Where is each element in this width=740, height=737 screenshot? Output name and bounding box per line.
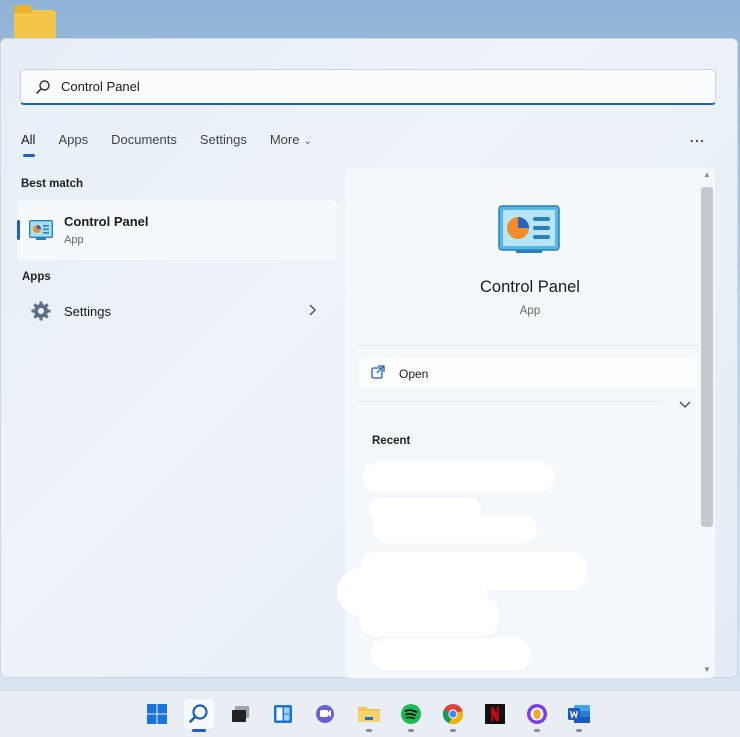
best-match-subtitle: App: [64, 234, 84, 246]
control-panel-large-icon: [498, 205, 560, 258]
redacted-recent-item: [363, 462, 555, 492]
running-indicator: [576, 729, 582, 732]
search-window: All Apps Documents Settings More⌄ ⋯ Best…: [0, 38, 738, 678]
redacted-recent-item: [371, 638, 531, 670]
scroll-up-arrow-icon[interactable]: ▲: [703, 170, 711, 179]
taskbar: [0, 690, 740, 737]
running-indicator: [534, 729, 540, 732]
widgets-icon[interactable]: [268, 699, 298, 729]
open-label: Open: [399, 367, 429, 381]
search-input[interactable]: [61, 79, 661, 94]
search-box[interactable]: [20, 69, 716, 105]
best-match-item[interactable]: Control Panel App: [17, 200, 337, 260]
tab-more-label: More: [269, 132, 300, 147]
app-item-label: Settings: [64, 304, 111, 319]
divider: [359, 401, 662, 402]
vpn-app-icon[interactable]: [522, 699, 552, 729]
scrollbar-thumb[interactable]: [701, 187, 713, 527]
gear-icon: [31, 301, 51, 326]
detail-subtitle: App: [519, 305, 541, 317]
chevron-down-icon: ⌄: [303, 136, 312, 147]
scroll-down-arrow-icon[interactable]: ▼: [703, 665, 711, 674]
open-button[interactable]: Open: [359, 358, 697, 388]
task-view-icon[interactable]: [226, 699, 256, 729]
filter-tabs: All Apps Documents Settings More ⌄: [21, 132, 335, 157]
tab-more[interactable]: More ⌄: [270, 132, 312, 147]
tab-apps[interactable]: Apps: [58, 132, 88, 147]
spotify-icon[interactable]: [396, 699, 426, 729]
netflix-icon[interactable]: [480, 699, 510, 729]
recent-section-label: Recent: [372, 435, 411, 447]
file-explorer-icon[interactable]: [354, 699, 384, 729]
tab-documents[interactable]: Documents: [111, 132, 177, 147]
search-icon: [35, 79, 51, 95]
best-match-label: Best match: [21, 178, 83, 190]
desktop-folder-icon[interactable]: [14, 5, 56, 40]
best-match-title: Control Panel: [64, 214, 149, 229]
redacted-recent-item: [359, 596, 499, 636]
divider: [359, 345, 699, 346]
word-icon[interactable]: [564, 699, 594, 729]
chrome-icon[interactable]: [438, 699, 468, 729]
control-panel-icon: [29, 220, 53, 245]
more-options-icon[interactable]: ⋯: [689, 131, 706, 151]
app-item-settings[interactable]: Settings: [17, 293, 337, 329]
open-external-icon: [371, 365, 385, 384]
start-icon[interactable]: [142, 699, 172, 729]
chevron-down-icon[interactable]: [679, 396, 691, 414]
running-indicator: [408, 729, 414, 732]
detail-pane: Control Panel App Open Recent: [337, 168, 715, 678]
running-indicator: [366, 729, 372, 732]
chat-icon[interactable]: [310, 699, 340, 729]
tab-all[interactable]: All: [21, 132, 36, 157]
selection-indicator: [17, 220, 20, 240]
apps-section-label: Apps: [22, 271, 51, 283]
active-indicator: [192, 729, 206, 732]
redacted-recent-item: [373, 515, 537, 543]
chevron-right-icon[interactable]: [307, 303, 317, 322]
tab-settings[interactable]: Settings: [200, 132, 247, 147]
detail-title: Control Panel: [480, 278, 580, 296]
search-icon[interactable]: [184, 699, 214, 729]
running-indicator: [450, 729, 456, 732]
